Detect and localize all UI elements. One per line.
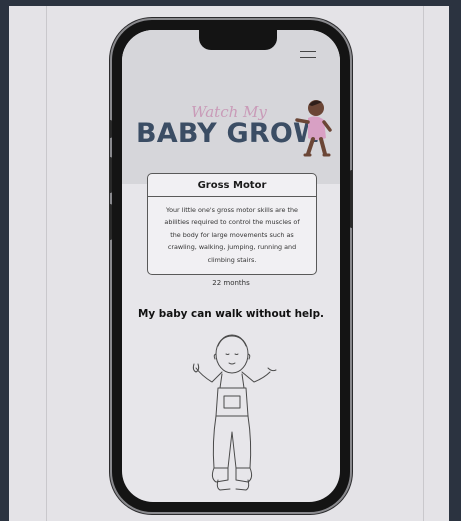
- walking-baby-illustration: [295, 100, 332, 157]
- baby-line-drawing: [192, 334, 277, 491]
- hamburger-menu-icon[interactable]: [300, 50, 316, 60]
- phone-power-button: [350, 170, 353, 228]
- panel-divider-left: [46, 6, 47, 521]
- phone-volume-down-button: [109, 204, 112, 240]
- age-label: 22 months: [212, 279, 250, 287]
- hero-header: Watch My BABY GROW: [122, 30, 340, 184]
- phone-mute-switch: [109, 120, 112, 138]
- phone-volume-up-button: [109, 157, 112, 193]
- card-title: Gross Motor: [148, 174, 316, 197]
- phone-screen: Watch My BABY GROW Gross Motor Your litt…: [122, 30, 340, 502]
- phone-mockup: Watch My BABY GROW Gross Motor Your litt…: [109, 20, 353, 512]
- gross-motor-card: Gross Motor Your little one's gross moto…: [147, 173, 317, 275]
- card-body: Your little one's gross motor skills are…: [164, 206, 300, 264]
- milestone-heading: My baby can walk without help.: [138, 308, 324, 320]
- phone-notch: [199, 30, 277, 50]
- panel-divider-right: [423, 6, 424, 521]
